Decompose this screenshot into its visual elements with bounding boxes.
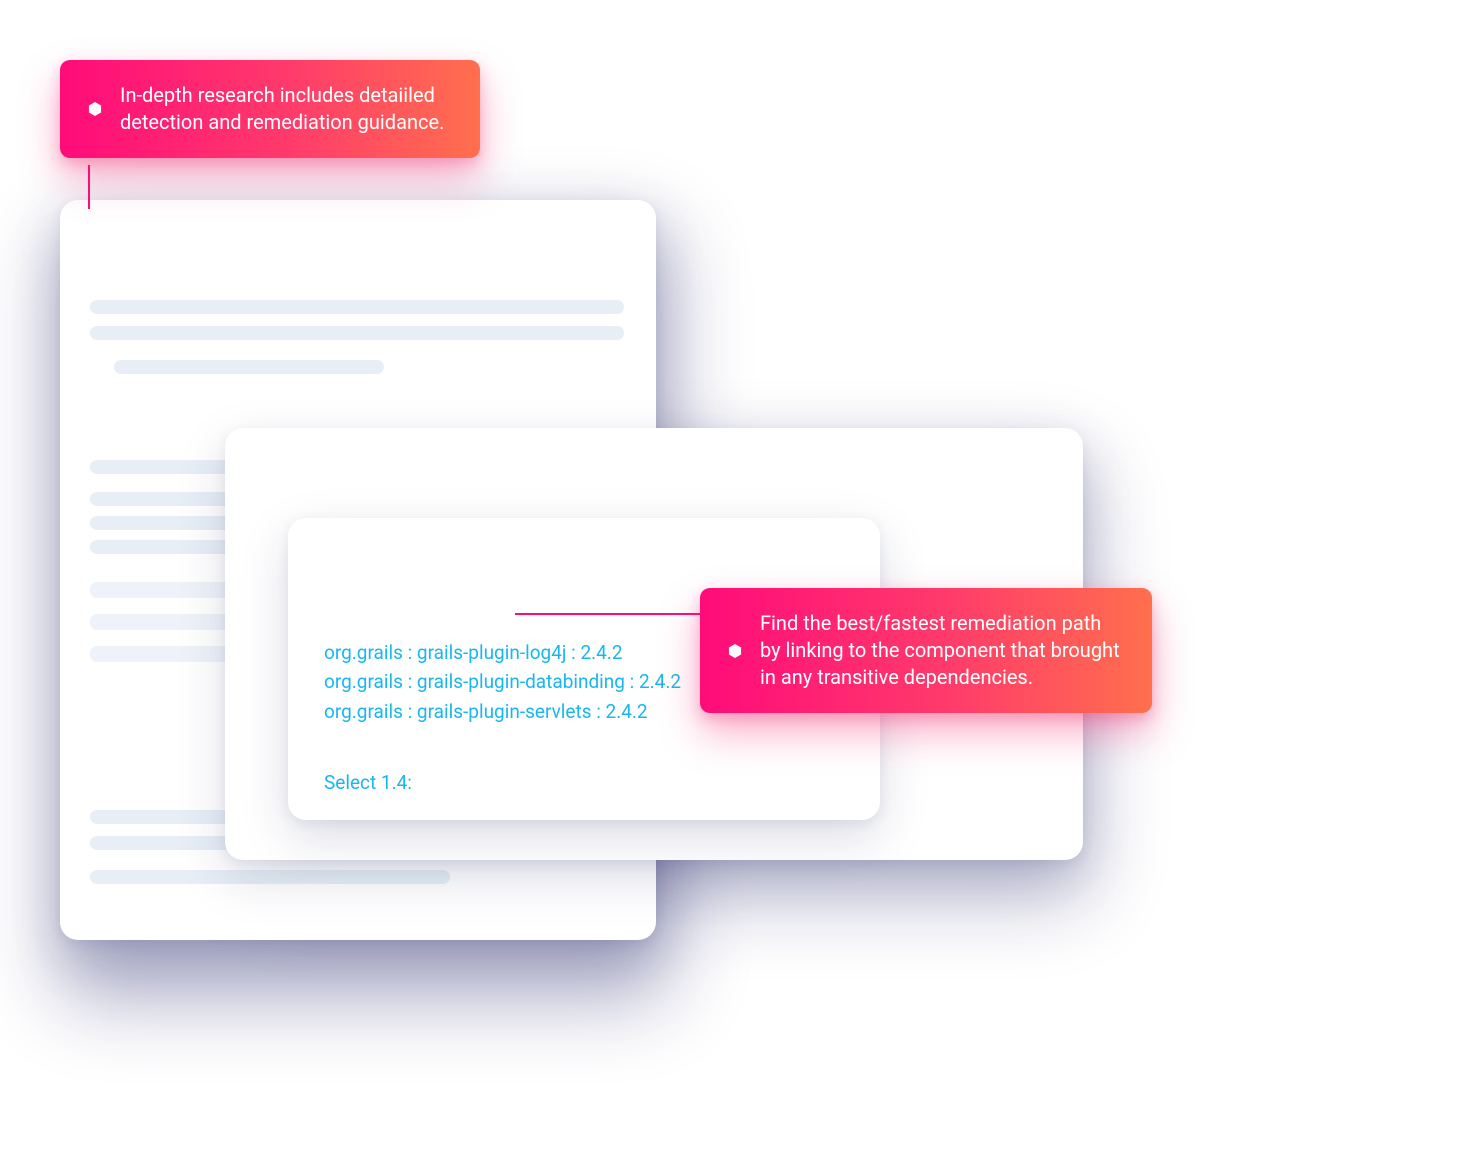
skeleton-line [114,360,384,374]
diagram-canvas: org.grails : grails-plugin-log4j : 2.4.2… [0,0,1477,1154]
hexagon-icon [88,102,102,116]
skeleton-line [90,326,624,340]
dependency-row: org.grails : grails-plugin-databinding :… [324,667,681,696]
connector-line [515,613,715,615]
dependency-row: org.grails : grails-plugin-log4j : 2.4.2 [324,638,681,667]
dependency-list: org.grails : grails-plugin-log4j : 2.4.2… [324,638,681,726]
skeleton-line [90,300,624,314]
connector-line [88,165,90,209]
dependency-row: org.grails : grails-plugin-servlets : 2.… [324,697,681,726]
select-label: Select 1.4: [324,771,412,794]
skeleton-line [90,870,450,884]
callout-text: In-depth research includes detaiiled det… [120,82,452,136]
hexagon-icon [728,644,742,658]
callout-remediation: Find the best/fastest remediation path b… [700,588,1152,713]
skeleton-line [90,460,230,474]
callout-research: In-depth research includes detaiiled det… [60,60,480,158]
callout-text: Find the best/fastest remediation path b… [760,610,1124,691]
